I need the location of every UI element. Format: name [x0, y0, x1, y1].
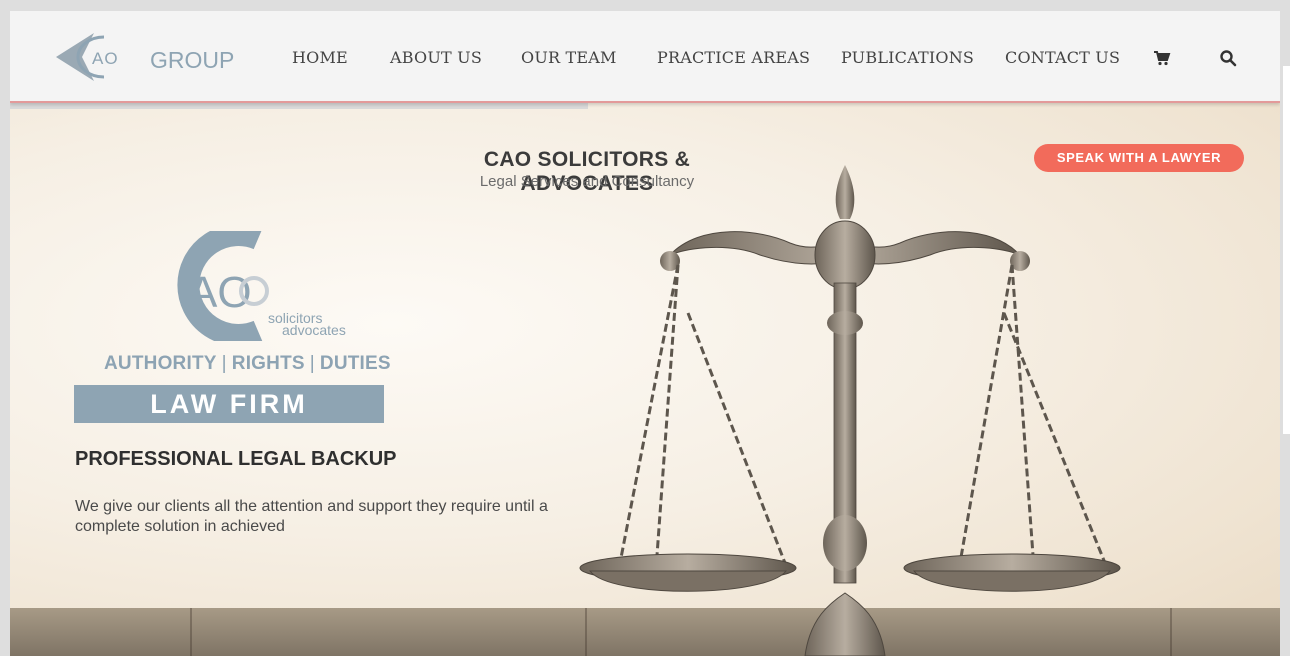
nav-practice-areas[interactable]: PRACTICE AREAS: [657, 48, 810, 67]
nav-home[interactable]: HOME: [292, 48, 348, 67]
nav-our-team[interactable]: OUR TEAM: [521, 48, 617, 67]
tagline-duties: DUTIES: [319, 353, 391, 374]
hero-section: CAO SOLICITORS & ADVOCATES Legal Service…: [10, 103, 1280, 656]
hero-subtitle: Legal Services and Consultancy: [479, 173, 695, 190]
search-icon[interactable]: [1219, 49, 1237, 67]
nav-contact-us[interactable]: CONTACT US: [1005, 48, 1120, 67]
page-edge: [1283, 66, 1290, 434]
logo-word: GROUP: [150, 47, 234, 73]
tagline-authority: AUTHORITY: [104, 353, 217, 374]
cart-icon[interactable]: [1153, 49, 1171, 67]
header-underline: [10, 103, 588, 109]
svg-text:advocates: advocates: [282, 322, 346, 338]
nav-about-us[interactable]: ABOUT US: [390, 48, 482, 67]
law-firm-label: LAW FIRM: [74, 385, 384, 423]
site-header: AO GROUP HOME ABOUT US OUR TEAM PRACTICE…: [10, 11, 1280, 103]
page-frame: AO GROUP HOME ABOUT US OUR TEAM PRACTICE…: [10, 11, 1280, 656]
logo-letters: AO: [92, 49, 119, 68]
nav-publications[interactable]: PUBLICATIONS: [841, 48, 974, 67]
scales-of-justice-image: [579, 165, 1121, 656]
section-description: We give our clients all the attention an…: [75, 498, 548, 535]
section-heading: PROFESSIONAL LEGAL BACKUP: [75, 448, 397, 470]
cao-brand-logo: AO solicitors advocates: [177, 231, 346, 341]
cao-group-logo[interactable]: AO GROUP: [54, 27, 234, 87]
tagline: AUTHORITY | RIGHTS | DUTIES: [104, 353, 391, 374]
tagline-rights: RIGHTS: [231, 353, 305, 374]
speak-with-lawyer-button[interactable]: SPEAK WITH A LAWYER: [1034, 144, 1244, 172]
